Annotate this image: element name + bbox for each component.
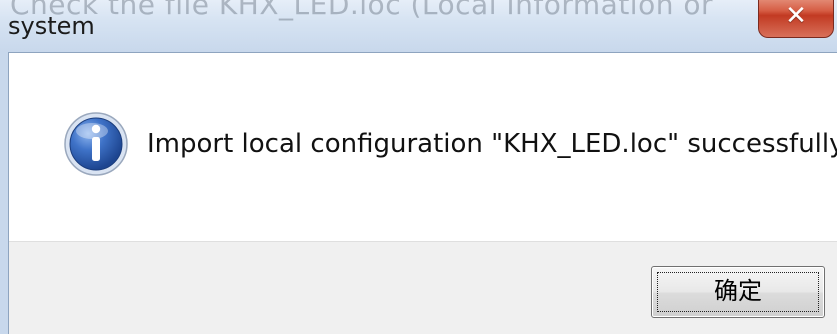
background-window-text: Check the file KHX_LED.loc (Local Inform… xyxy=(10,0,713,21)
info-icon xyxy=(63,111,129,177)
button-area: 确定 xyxy=(9,241,837,334)
close-icon: ✕ xyxy=(785,1,807,31)
ok-button-label: 确定 xyxy=(714,277,762,305)
title-bar: Check the file KHX_LED.loc (Local Inform… xyxy=(0,0,837,52)
message-text: Import local configuration "KHX_LED.loc"… xyxy=(147,129,837,159)
dialog-frame: Import local configuration "KHX_LED.loc"… xyxy=(0,52,837,334)
close-button[interactable]: ✕ xyxy=(758,0,834,38)
message-area: Import local configuration "KHX_LED.loc"… xyxy=(9,53,837,241)
dialog-client-area: Import local configuration "KHX_LED.loc"… xyxy=(8,52,837,334)
ok-button[interactable]: 确定 xyxy=(651,266,825,318)
window-title: system xyxy=(8,12,95,40)
